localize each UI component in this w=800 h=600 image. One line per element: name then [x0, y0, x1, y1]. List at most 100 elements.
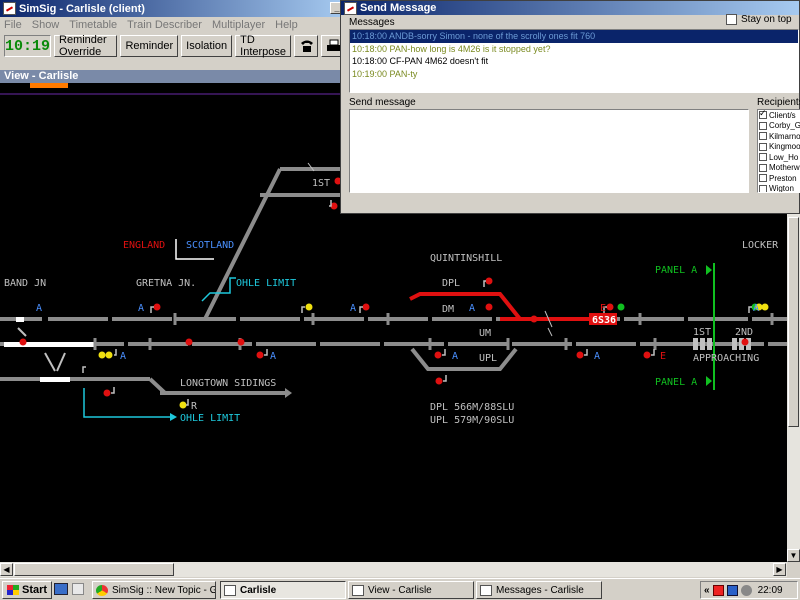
chrome-icon: [96, 584, 108, 596]
signal-id[interactable]: A: [350, 303, 356, 314]
top-track-marker: [30, 83, 68, 88]
signal-id[interactable]: A: [753, 303, 759, 314]
recipient-checkbox[interactable]: [759, 184, 767, 192]
panel-a-arrow-top: [706, 265, 712, 275]
tray-expand-icon[interactable]: «: [704, 585, 710, 596]
td-interpose-button[interactable]: TD Interpose: [235, 34, 291, 58]
signal-id[interactable]: A: [469, 303, 475, 314]
message-item[interactable]: 10:18:00 PAN-how long is 4M26 is it stop…: [350, 43, 798, 56]
message-item[interactable]: 10:18:00 ANDB-sorry Simon - none of the …: [350, 30, 798, 43]
label-dpl: DPL: [442, 278, 460, 289]
task-view-carlisle[interactable]: View - Carlisle: [348, 581, 474, 599]
signal-head-yellow: [105, 351, 113, 359]
label-panel-a-bottom: PANEL A: [655, 377, 697, 388]
longtown-end-arrow: [285, 388, 292, 398]
recipient-checkbox[interactable]: [759, 121, 767, 130]
network-icon[interactable]: [726, 584, 738, 596]
recipient-checkbox[interactable]: [759, 153, 767, 162]
signal-id[interactable]: E: [600, 303, 606, 314]
signal-id[interactable]: A: [138, 303, 144, 314]
horizontal-scrollbar[interactable]: ◀ ▶: [0, 562, 787, 577]
scroll-left-icon[interactable]: ◀: [0, 563, 13, 576]
signal-id[interactable]: A: [452, 351, 458, 362]
recipient-checkbox[interactable]: [759, 174, 767, 183]
message-item[interactable]: 10:18:00 CF-PAN 4M62 doesn't fit: [350, 55, 798, 68]
recipient-item[interactable]: Preston: [758, 173, 800, 184]
main-titlebar[interactable]: SimSig - Carlisle (client) _: [0, 0, 345, 17]
messages-list[interactable]: 10:18:00 ANDB-sorry Simon - none of the …: [349, 29, 799, 93]
menu-timetable[interactable]: Timetable: [69, 19, 117, 31]
volume-icon[interactable]: [740, 584, 752, 596]
recipient-item[interactable]: Wigton: [758, 184, 800, 193]
crossover-2: [44, 352, 56, 372]
recipient-item[interactable]: Low_Ho: [758, 152, 800, 163]
menu-show[interactable]: Show: [32, 19, 60, 31]
isolation-button[interactable]: Isolation: [181, 35, 233, 57]
stay-on-top-box[interactable]: [726, 14, 737, 25]
signal-id[interactable]: A: [36, 303, 42, 314]
reminder-override-button[interactable]: Reminder Override: [54, 34, 118, 58]
signal-head-red: [256, 351, 264, 359]
recipient-item[interactable]: Kilmarno: [758, 131, 800, 142]
signal-head-red: [741, 338, 749, 346]
signal-id[interactable]: A: [270, 351, 276, 362]
crossover-5: [547, 327, 553, 337]
tray-clock[interactable]: 22:09: [758, 585, 783, 596]
horizontal-scroll-thumb[interactable]: [14, 563, 174, 576]
signal-id[interactable]: A: [120, 351, 126, 362]
ohle-lower-line: [83, 388, 170, 418]
signal-head-red: [435, 377, 443, 385]
signal-head-red: [643, 351, 651, 359]
stay-on-top-checkbox[interactable]: Stay on top: [725, 14, 792, 25]
route-dpl-set: [409, 292, 522, 321]
simsig-task-icon: [480, 584, 492, 596]
recipient-item[interactable]: Kingmoo: [758, 142, 800, 153]
message-item[interactable]: 10:19:00 PAN-ty: [350, 68, 798, 81]
reminder-button[interactable]: Reminder: [120, 35, 179, 57]
signal-head-green: [617, 303, 625, 311]
recipient-checkbox[interactable]: [759, 110, 767, 120]
menu-help[interactable]: Help: [275, 19, 298, 31]
recipient-name: Wigton: [769, 184, 794, 193]
vertical-scrollbar[interactable]: ▼: [787, 214, 800, 562]
vertical-scroll-thumb[interactable]: [788, 217, 799, 427]
antivirus-icon[interactable]: [712, 584, 724, 596]
scroll-down-icon[interactable]: ▼: [787, 549, 800, 562]
view-titlebar[interactable]: View - Carlisle: [0, 70, 345, 83]
recipient-name: Motherw: [769, 163, 800, 173]
send-message-input[interactable]: [349, 109, 749, 193]
send-message-label: Send message: [349, 97, 416, 108]
recipient-name: Kingmoo: [769, 142, 800, 152]
menu-multiplayer[interactable]: Multiplayer: [212, 19, 265, 31]
printer-icon: [327, 39, 340, 51]
task-carlisle[interactable]: Carlisle: [220, 581, 346, 599]
signal-id[interactable]: A: [594, 351, 600, 362]
scroll-right-icon[interactable]: ▶: [773, 563, 786, 576]
dialog-titlebar[interactable]: Send Message: [341, 1, 799, 15]
signal-id[interactable]: R: [191, 401, 198, 412]
menu-train-describer[interactable]: Train Describer: [127, 19, 202, 31]
recipient-checkbox[interactable]: [759, 142, 767, 151]
recipient-name: Corby_G: [769, 121, 800, 131]
telephone-button[interactable]: [294, 35, 318, 57]
task-messages-carlisle[interactable]: Messages - Carlisle: [476, 581, 602, 599]
task-browser[interactable]: SimSig :: New Topic - Go...: [92, 581, 216, 599]
recipients-list[interactable]: Client/s Corby_G Kilmarno Kingmoo Low_Ho…: [757, 109, 800, 193]
signal-head-red: [185, 338, 193, 346]
menu-file[interactable]: File: [4, 19, 22, 31]
recipient-item[interactable]: Motherw: [758, 163, 800, 174]
quick-launch-icon[interactable]: [72, 583, 84, 595]
td-headcode[interactable]: 6S36: [592, 315, 616, 326]
recipient-item[interactable]: Client/s: [758, 110, 800, 121]
simsig-app-icon: [3, 2, 16, 15]
label-upl: UPL: [479, 353, 497, 364]
track-white-3: [16, 317, 24, 322]
label-panel-a-top: PANEL A: [655, 265, 697, 276]
recipient-checkbox[interactable]: [759, 132, 767, 141]
signal-head-yellow: [761, 303, 769, 311]
recipient-checkbox[interactable]: [759, 163, 767, 172]
recipient-item[interactable]: Corby_G: [758, 121, 800, 132]
signal-id[interactable]: E: [660, 351, 666, 362]
start-button[interactable]: Start: [2, 580, 53, 599]
show-desktop-icon[interactable]: [54, 583, 68, 595]
